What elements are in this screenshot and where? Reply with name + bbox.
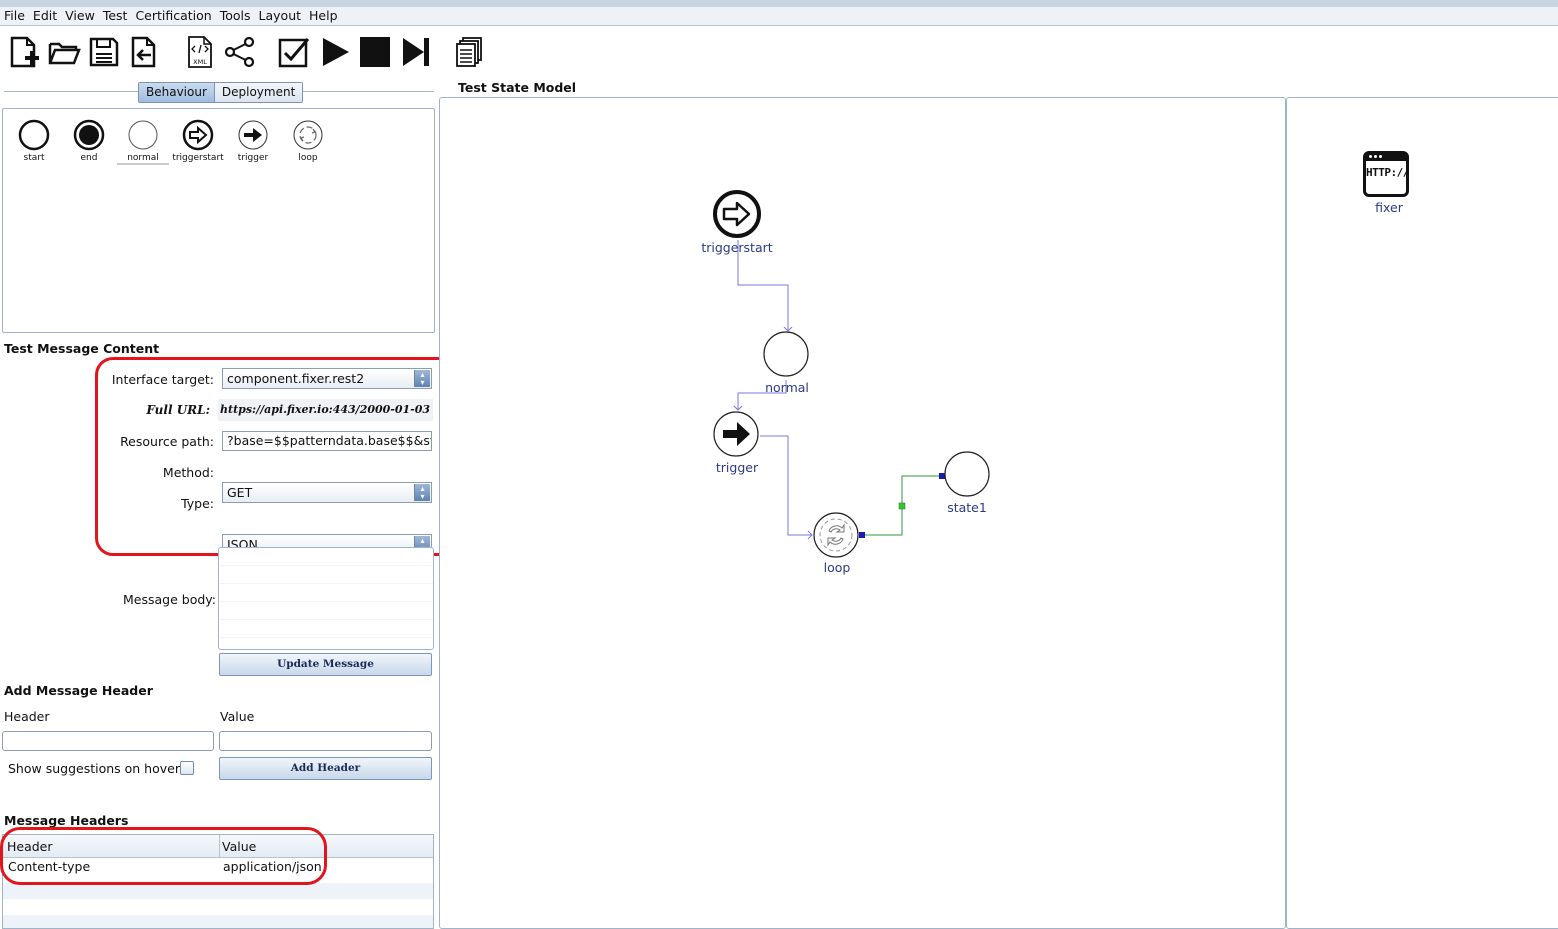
window-titlebar (1366, 154, 1406, 161)
node-label-loop[interactable]: loop (787, 560, 887, 575)
http-component-icon[interactable]: HTTP:// (1363, 151, 1409, 197)
node-label-normal[interactable]: normal (737, 380, 837, 395)
node-label-triggerstart[interactable]: triggerstart (687, 240, 787, 255)
node-loop (813, 512, 859, 558)
node-normal (763, 331, 809, 377)
node-triggerstart (713, 190, 761, 238)
node-label-state1[interactable]: state1 (917, 500, 1017, 515)
edge-handle (898, 502, 906, 510)
node-trigger (713, 411, 759, 457)
node-state1 (944, 451, 990, 497)
node-label-trigger[interactable]: trigger (687, 460, 787, 475)
edge-handle (859, 532, 865, 538)
edge-handle (939, 473, 945, 479)
edge-trigger-loop (760, 435, 812, 536)
http-badge: HTTP:// (1366, 166, 1409, 179)
component-label-fixer[interactable]: fixer (1339, 200, 1439, 215)
